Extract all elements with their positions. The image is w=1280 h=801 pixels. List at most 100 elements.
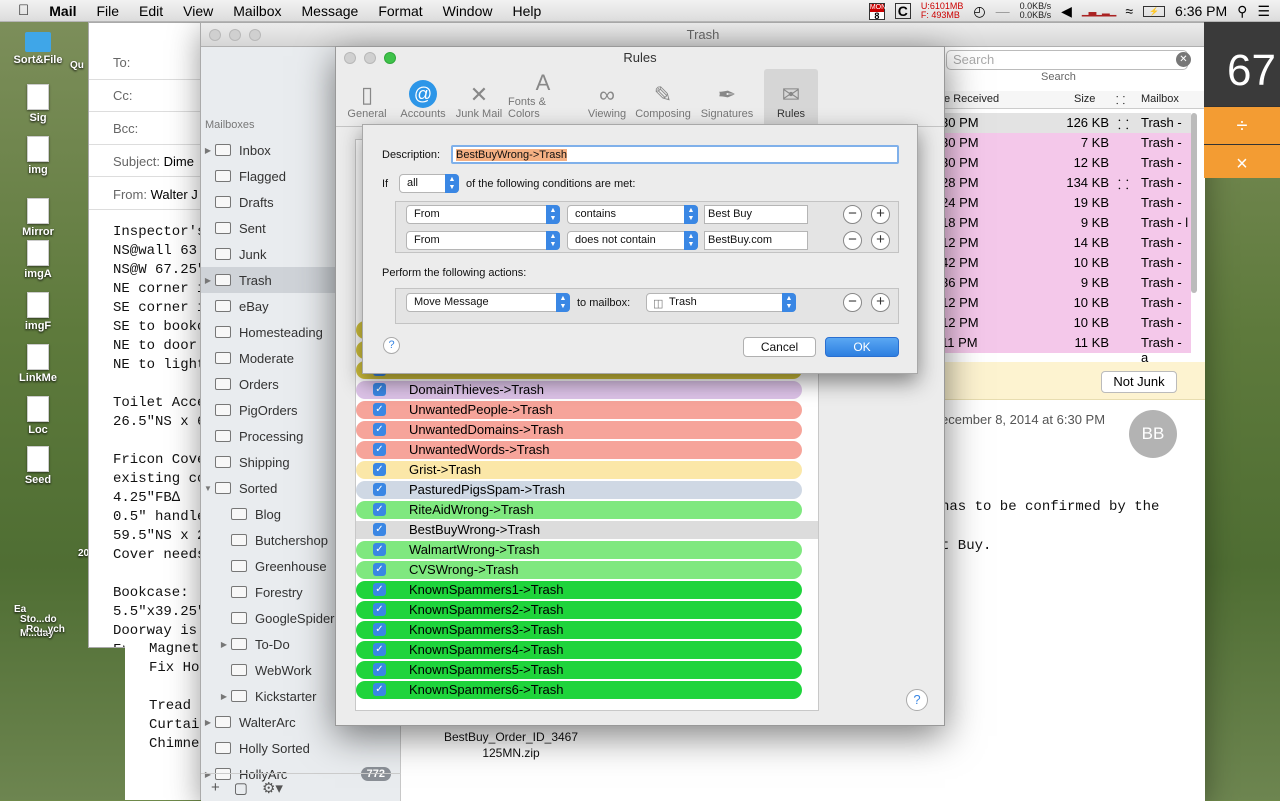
rule-enabled-checkbox[interactable]: ✓ xyxy=(373,523,386,536)
rule-row[interactable]: ✓ BestBuyWrong->Trash xyxy=(356,521,818,539)
rules-traffic-lights[interactable] xyxy=(344,52,396,64)
remove-condition-button[interactable]: − xyxy=(843,231,862,250)
table-row[interactable]: 12 PM10 KBTrash - a xyxy=(941,293,1191,325)
add-condition-button[interactable]: + xyxy=(871,231,890,250)
rule-enabled-checkbox[interactable]: ✓ xyxy=(373,483,386,496)
divide-button[interactable]: ÷ xyxy=(1204,106,1280,144)
rule-enabled-checkbox[interactable]: ✓ xyxy=(373,443,386,456)
desktop-icon-0[interactable]: Sort&File xyxy=(8,32,68,66)
rule-enabled-checkbox[interactable]: ✓ xyxy=(373,663,386,676)
search-input[interactable]: Search xyxy=(946,50,1188,70)
menu-format[interactable]: Format xyxy=(368,3,432,19)
rule-enabled-checkbox[interactable]: ✓ xyxy=(373,603,386,616)
menubar-clock[interactable]: 6:36 PM xyxy=(1175,3,1227,19)
desktop-partial-icon-0[interactable]: Qu xyxy=(70,60,84,71)
battery-icon[interactable]: ⚡ xyxy=(1143,5,1166,17)
rule-enabled-checkbox[interactable]: ✓ xyxy=(373,423,386,436)
col-mailbox[interactable]: Mailbox xyxy=(1141,93,1179,105)
rule-enabled-checkbox[interactable]: ✓ xyxy=(373,563,386,576)
menu-help[interactable]: Help xyxy=(502,3,551,19)
from-field[interactable]: From: Walter J xyxy=(113,187,198,202)
close-icon[interactable] xyxy=(209,29,221,41)
apple-menu-icon[interactable]:  xyxy=(0,2,39,19)
table-row[interactable]: 36 PM9 KBTrash - a xyxy=(941,273,1191,305)
rule-row[interactable]: ✓ KnownSpammers1->Trash xyxy=(356,581,802,599)
target-mailbox-select[interactable]: ◫ Trash ▲ ▼ xyxy=(646,293,796,312)
rule-row[interactable]: ✓ WalmartWrong->Trash xyxy=(356,541,802,559)
rule-enabled-checkbox[interactable]: ✓ xyxy=(373,683,386,696)
table-row[interactable]: 24 PM19 KBTrash - a xyxy=(941,193,1191,225)
table-row[interactable]: 12 PM14 KBTrash - a xyxy=(941,233,1191,265)
rule-enabled-checkbox[interactable]: ✓ xyxy=(373,463,386,476)
tab-accounts[interactable]: @ Accounts xyxy=(396,69,450,125)
disclosure-triangle-icon[interactable]: ▶ xyxy=(219,692,229,701)
editor-help-button[interactable]: ? xyxy=(383,337,400,354)
desktop-icon-6[interactable]: LinkMe xyxy=(8,344,68,384)
message-list-scrollbar[interactable] xyxy=(1191,113,1197,293)
menu-window[interactable]: Window xyxy=(433,3,503,19)
tab-rules[interactable]: ✉ Rules xyxy=(764,69,818,125)
tab-fonts-colors[interactable]: A Fonts & Colors xyxy=(508,69,578,125)
table-row[interactable]: 28 PM134 KB⸬Trash - a xyxy=(941,173,1191,205)
minimize-icon[interactable] xyxy=(364,52,376,64)
condition-field-select[interactable]: From ▲ ▼ xyxy=(406,205,560,224)
rule-enabled-checkbox[interactable]: ✓ xyxy=(373,383,386,396)
desktop-icon-4[interactable]: imgA xyxy=(8,240,68,280)
minimize-icon[interactable] xyxy=(229,29,241,41)
tab-composing[interactable]: ✎ Composing xyxy=(635,69,691,125)
rule-row[interactable]: ✓ KnownSpammers4->Trash xyxy=(356,641,802,659)
rule-enabled-checkbox[interactable]: ✓ xyxy=(373,403,386,416)
volume-icon[interactable]: ◀ xyxy=(1061,3,1072,20)
tab-viewing[interactable]: ∞ Viewing xyxy=(580,69,634,125)
condition-field-select[interactable]: From ▲ ▼ xyxy=(406,231,560,250)
any-all-select[interactable]: all ▲ ▼ xyxy=(399,174,459,193)
menu-view[interactable]: View xyxy=(173,3,223,19)
rule-enabled-checkbox[interactable]: ✓ xyxy=(373,503,386,516)
notification-center-icon[interactable]: ☰ xyxy=(1257,3,1270,20)
table-row[interactable]: 11 PM 11 KB Trash - a xyxy=(941,333,1191,365)
subject-field[interactable]: Subject: Dime xyxy=(113,154,194,169)
add-mailbox-icon[interactable]: + xyxy=(211,779,220,796)
memory-monitor[interactable]: U:6101MB F: 493MB xyxy=(921,2,964,20)
table-row[interactable]: 30 PM12 KBTrash - a xyxy=(941,153,1191,185)
mail-traffic-lights[interactable] xyxy=(209,29,261,41)
close-icon[interactable] xyxy=(344,52,356,64)
rule-row[interactable]: ✓ CVSWrong->Trash xyxy=(356,561,802,579)
menu-mailbox[interactable]: Mailbox xyxy=(223,3,291,19)
remove-condition-button[interactable]: − xyxy=(843,205,862,224)
table-row[interactable]: 42 PM10 KBTrash - a xyxy=(941,253,1191,285)
desktop-icon-7[interactable]: Loc xyxy=(8,396,68,436)
rule-enabled-checkbox[interactable]: ✓ xyxy=(373,643,386,656)
add-action-button[interactable]: + xyxy=(871,293,890,312)
description-input[interactable]: BestBuyWrong->Trash xyxy=(451,145,899,164)
spotlight-search-icon[interactable]: ⚲ xyxy=(1237,3,1247,20)
action-verb-select[interactable]: Move Message ▲ ▼ xyxy=(406,293,570,312)
condition-value-input[interactable]: Best Buy xyxy=(704,205,808,224)
rule-row[interactable]: ✓ PasturedPigsSpam->Trash xyxy=(356,481,802,499)
desktop-icon-8[interactable]: Seed xyxy=(8,446,68,486)
disclosure-triangle-icon[interactable]: ▶ xyxy=(219,640,229,649)
rule-row[interactable]: ✓ RiteAidWrong->Trash xyxy=(356,501,802,519)
desktop-icon-3[interactable]: Mirror xyxy=(8,198,68,238)
notes-fragment[interactable]: Magnet Fix Ho Tread Curtai Chimne xyxy=(125,640,210,800)
rule-row[interactable]: ✓ KnownSpammers3->Trash xyxy=(356,621,802,639)
activity-graph-icon[interactable]: ▁▃▁▂▁ xyxy=(1082,6,1116,17)
disclosure-triangle-icon[interactable]: ▼ xyxy=(203,484,213,493)
menu-file[interactable]: File xyxy=(86,3,129,19)
rule-row[interactable]: ✓ Grist->Trash xyxy=(356,461,802,479)
rule-enabled-checkbox[interactable]: ✓ xyxy=(373,623,386,636)
cancel-button[interactable]: Cancel xyxy=(743,337,816,357)
menu-edit[interactable]: Edit xyxy=(129,3,173,19)
remove-action-button[interactable]: − xyxy=(843,293,862,312)
tab-signatures[interactable]: ✒ Signatures xyxy=(692,69,762,125)
not-junk-button[interactable]: Not Junk xyxy=(1101,371,1177,393)
desktop-icon-2[interactable]: img xyxy=(8,136,68,176)
disclosure-triangle-icon[interactable]: ▶ xyxy=(203,276,213,285)
cpu-meter-icon[interactable]: — xyxy=(996,3,1010,19)
condition-operator-select[interactable]: contains ▲ ▼ xyxy=(567,205,698,224)
table-row[interactable]: 12 PM10 KBTrash - a xyxy=(941,313,1191,345)
rule-row[interactable]: ✓ KnownSpammers6->Trash xyxy=(356,681,802,699)
menu-app-name[interactable]: Mail xyxy=(39,3,86,19)
mailbox-view-icon[interactable]: ▢ xyxy=(234,779,248,797)
tab-general[interactable]: ▯ General xyxy=(340,69,394,125)
